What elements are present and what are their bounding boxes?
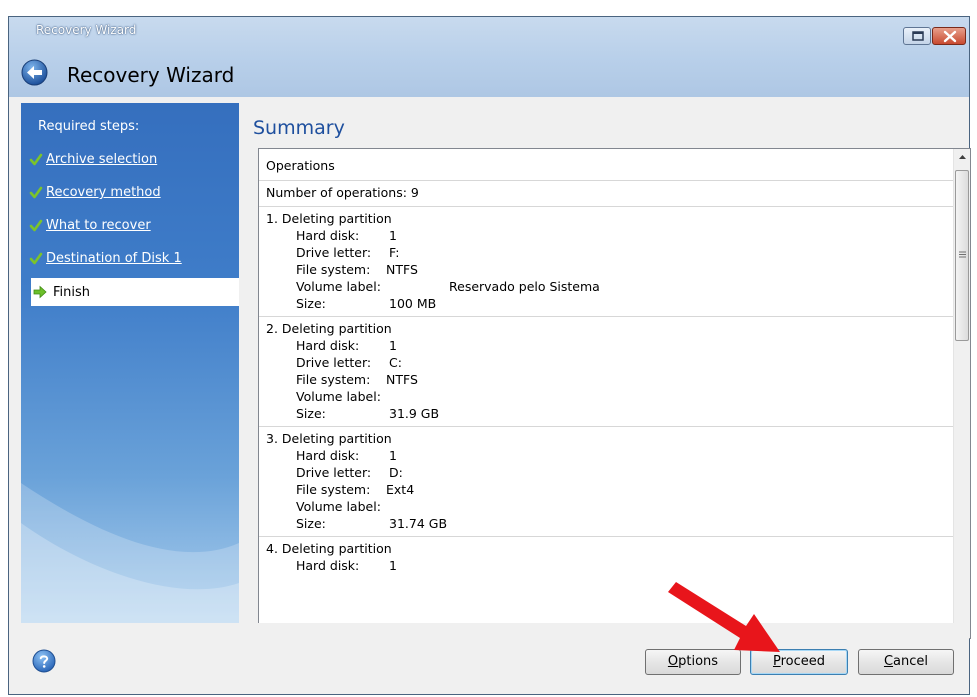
step-archive-selection[interactable]: Archive selection [21, 145, 239, 173]
op-field-value: F: [389, 245, 400, 260]
step-label[interactable]: Archive selection [46, 152, 157, 167]
op-field-value: D: [389, 465, 403, 480]
op-field-value: 1 [389, 448, 397, 463]
recovery-wizard-window: Recovery Wizard Recovery Wizard Required… [8, 16, 971, 695]
back-arrow-icon[interactable] [21, 59, 48, 86]
window-title: Recovery Wizard [36, 23, 137, 37]
op-field-value: 1 [389, 228, 397, 243]
op-field-label: Size: [296, 516, 326, 531]
scroll-thumb[interactable] [955, 170, 969, 341]
check-icon [29, 252, 43, 265]
steps-sidebar: Required steps: Archive selection Recove… [21, 103, 239, 637]
close-icon [943, 30, 957, 43]
step-label[interactable]: Destination of Disk 1 [46, 251, 182, 266]
op-field-label: Hard disk: [296, 448, 360, 463]
wizard-title: Recovery Wizard [67, 63, 235, 87]
red-arrow-annotation [668, 582, 780, 652]
op-field-value: 1 [389, 338, 397, 353]
op-title: 2. Deleting partition [266, 321, 392, 336]
grip-icon [959, 251, 966, 258]
step-label[interactable]: Recovery method [46, 185, 161, 200]
op-field-value: NTFS [386, 262, 418, 277]
restore-icon [912, 31, 924, 41]
check-icon [29, 186, 43, 199]
op-title: 3. Deleting partition [266, 431, 392, 446]
op-field-label: Volume label: [296, 279, 381, 294]
op-field-label: Drive letter: [296, 355, 372, 370]
op-field-label: File system: [296, 482, 371, 497]
step-label[interactable]: What to recover [46, 218, 151, 233]
op-field-value: 1 [389, 558, 397, 573]
op-field-value: C: [389, 355, 402, 370]
op-field-value: 31.9 GB [389, 406, 440, 421]
step-destination-disk-1[interactable]: Destination of Disk 1 [21, 244, 239, 272]
op-field-value: NTFS [386, 372, 418, 387]
op-field-label: Hard disk: [296, 228, 360, 243]
check-icon [29, 153, 43, 166]
op-field-value: Ext4 [386, 482, 415, 497]
op-field-label: Drive letter: [296, 465, 372, 480]
page-title: Summary [253, 117, 345, 139]
step-what-to-recover[interactable]: What to recover [21, 211, 239, 239]
restore-button[interactable] [903, 27, 931, 45]
op-title: 1. Deleting partition [266, 211, 392, 226]
divider [259, 206, 953, 207]
op-field-value: 31.74 GB [389, 516, 448, 531]
divider [259, 180, 953, 181]
cancel-button[interactable]: Cancel [858, 649, 954, 675]
operations-label: Operations [266, 158, 335, 173]
close-button[interactable] [932, 27, 966, 45]
vertical-scrollbar[interactable] [953, 149, 971, 638]
title-bar: Recovery Wizard Recovery Wizard [9, 17, 969, 97]
op-field-label: Hard disk: [296, 338, 360, 353]
divider [259, 426, 953, 427]
op-field-value: 100 MB [389, 296, 437, 311]
step-finish[interactable]: Finish [31, 278, 239, 306]
op-field-label: File system: [296, 262, 371, 277]
step-label: Finish [53, 285, 91, 300]
arrow-right-icon [33, 285, 47, 299]
op-field-label: Drive letter: [296, 245, 372, 260]
op-field-label: Volume label: [296, 499, 381, 514]
required-steps-header: Required steps: [38, 119, 140, 134]
step-recovery-method[interactable]: Recovery method [21, 178, 239, 206]
op-field-value: Reservado pelo Sistema [449, 279, 600, 294]
op-field-label: Hard disk: [296, 558, 360, 573]
op-field-label: Volume label: [296, 389, 381, 404]
scroll-up-icon[interactable] [954, 149, 971, 166]
op-field-label: Size: [296, 406, 326, 421]
op-field-label: Size: [296, 296, 326, 311]
summary-panel[interactable]: Operations Number of operations: 9 1. De… [258, 148, 971, 639]
check-icon [29, 219, 43, 232]
summary-text: Operations Number of operations: 9 1. De… [259, 149, 953, 638]
operations-count: Number of operations: 9 [266, 185, 419, 200]
help-icon[interactable] [32, 649, 56, 673]
op-title: 4. Deleting partition [266, 541, 392, 556]
divider [259, 536, 953, 537]
op-field-label: File system: [296, 372, 371, 387]
divider [259, 316, 953, 317]
